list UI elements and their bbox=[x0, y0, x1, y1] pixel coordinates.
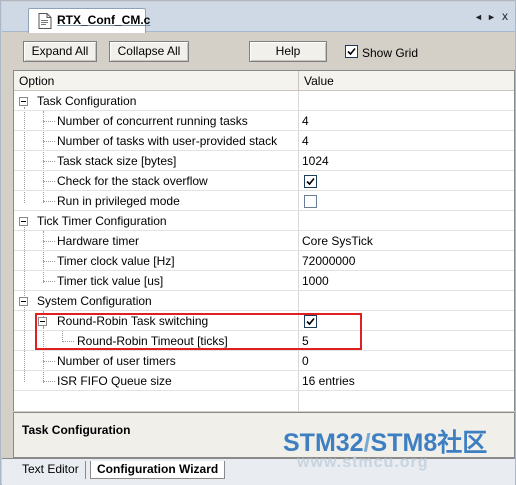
tree-row[interactable]: Timer tick value [us] 1000 bbox=[14, 271, 514, 291]
watermark-brand-b: STM8社区 bbox=[370, 429, 488, 457]
configuration-wizard-window: RTX_Conf_CM.c ◄ ► x Expand All Collapse … bbox=[0, 0, 516, 485]
row-label: Number of concurrent running tasks bbox=[57, 114, 248, 128]
tree-line bbox=[43, 201, 55, 202]
tree-line bbox=[43, 241, 55, 242]
row-label: Number of user timers bbox=[57, 354, 176, 368]
close-icon[interactable]: x bbox=[502, 9, 508, 23]
value-column-header: Value bbox=[304, 74, 334, 88]
privileged-mode-checkbox[interactable] bbox=[304, 195, 317, 208]
row-label: Hardware timer bbox=[57, 234, 140, 248]
tree-row[interactable]: Run in privileged mode bbox=[14, 191, 514, 211]
watermark-url: www.stmcu.org bbox=[297, 454, 429, 471]
scroll-left-icon[interactable]: ◄ bbox=[474, 12, 483, 22]
expand-all-button[interactable]: Expand All bbox=[23, 41, 97, 62]
checkmark-icon bbox=[347, 47, 356, 56]
tree-row[interactable]: Check for the stack overflow bbox=[14, 171, 514, 191]
tree-row-tick-timer-configuration[interactable]: Tick Timer Configuration bbox=[14, 211, 514, 231]
collapse-toggle-icon[interactable] bbox=[19, 97, 28, 106]
row-value[interactable]: 1000 bbox=[302, 274, 329, 288]
tree-line bbox=[43, 261, 55, 262]
tree-row[interactable]: ISR FIFO Queue size 16 entries bbox=[14, 371, 514, 391]
watermark-brand-a: STM32 bbox=[283, 429, 364, 457]
row-value[interactable]: 72000000 bbox=[302, 254, 355, 268]
option-column-header: Option bbox=[19, 74, 55, 88]
tab-configuration-wizard[interactable]: Configuration Wizard bbox=[90, 461, 226, 479]
tree-row-system-configuration[interactable]: System Configuration bbox=[14, 291, 514, 311]
collapse-all-button[interactable]: Collapse All bbox=[109, 41, 189, 62]
row-label: System Configuration bbox=[37, 294, 152, 308]
tree-line bbox=[43, 381, 55, 382]
tree-row[interactable]: Task stack size [bytes] 1024 bbox=[14, 151, 514, 171]
tree-line bbox=[43, 281, 55, 282]
row-value[interactable]: 4 bbox=[302, 134, 309, 148]
c-file-icon bbox=[38, 13, 52, 29]
row-value[interactable]: 0 bbox=[302, 354, 309, 368]
help-button[interactable]: Help bbox=[249, 41, 327, 62]
row-value[interactable]: 1024 bbox=[302, 154, 329, 168]
row-label: Timer tick value [us] bbox=[57, 274, 164, 288]
scroll-right-icon[interactable]: ► bbox=[487, 12, 496, 22]
tree-row-task-configuration[interactable]: Task Configuration bbox=[14, 91, 514, 111]
checkmark-icon bbox=[306, 177, 315, 186]
show-grid-checkbox[interactable] bbox=[345, 45, 358, 58]
file-tab-label: RTX_Conf_CM.c bbox=[57, 13, 151, 27]
row-label: Timer clock value [Hz] bbox=[57, 254, 175, 268]
tree-row[interactable]: Number of tasks with user-provided stack… bbox=[14, 131, 514, 151]
collapse-toggle-icon[interactable] bbox=[19, 297, 28, 306]
bottom-tab-bar: Text Editor Configuration Wizard bbox=[2, 458, 515, 485]
tree-row[interactable]: Number of user timers 0 bbox=[14, 351, 514, 371]
tree-row[interactable]: Number of concurrent running tasks 4 bbox=[14, 111, 514, 131]
tree-line bbox=[43, 361, 55, 362]
row-value[interactable]: Core SysTick bbox=[302, 234, 373, 248]
tab-text-editor[interactable]: Text Editor bbox=[16, 461, 86, 479]
tree-line bbox=[43, 141, 55, 142]
tree-line bbox=[43, 121, 55, 122]
tree-row[interactable]: Timer clock value [Hz] 72000000 bbox=[14, 251, 514, 271]
row-label: Run in privileged mode bbox=[57, 194, 180, 208]
grid-header: Option Value bbox=[14, 71, 514, 91]
show-grid-label: Show Grid bbox=[362, 46, 419, 60]
row-value[interactable]: 16 entries bbox=[302, 374, 355, 388]
document-tab-bar: RTX_Conf_CM.c ◄ ► x bbox=[2, 2, 515, 33]
row-value[interactable]: 4 bbox=[302, 114, 309, 128]
stack-overflow-checkbox[interactable] bbox=[304, 175, 317, 188]
property-grid: Option Value Task Configuration Number o… bbox=[13, 70, 515, 411]
tree-line bbox=[43, 181, 55, 182]
highlight-box bbox=[35, 313, 362, 350]
watermark-separator: / bbox=[363, 429, 371, 457]
row-label: Number of tasks with user-provided stack bbox=[57, 134, 278, 148]
row-label: ISR FIFO Queue size bbox=[57, 374, 172, 388]
row-label: Task Configuration bbox=[37, 94, 137, 108]
collapse-toggle-icon[interactable] bbox=[19, 217, 28, 226]
row-label: Check for the stack overflow bbox=[57, 174, 208, 188]
file-tab[interactable]: RTX_Conf_CM.c bbox=[28, 8, 150, 33]
row-label: Tick Timer Configuration bbox=[37, 214, 167, 228]
column-divider[interactable] bbox=[298, 71, 299, 91]
tree-row[interactable]: Hardware timer Core SysTick bbox=[14, 231, 514, 251]
row-label: Task stack size [bytes] bbox=[57, 154, 177, 168]
description-title: Task Configuration bbox=[22, 423, 131, 437]
tree-line bbox=[43, 161, 55, 162]
